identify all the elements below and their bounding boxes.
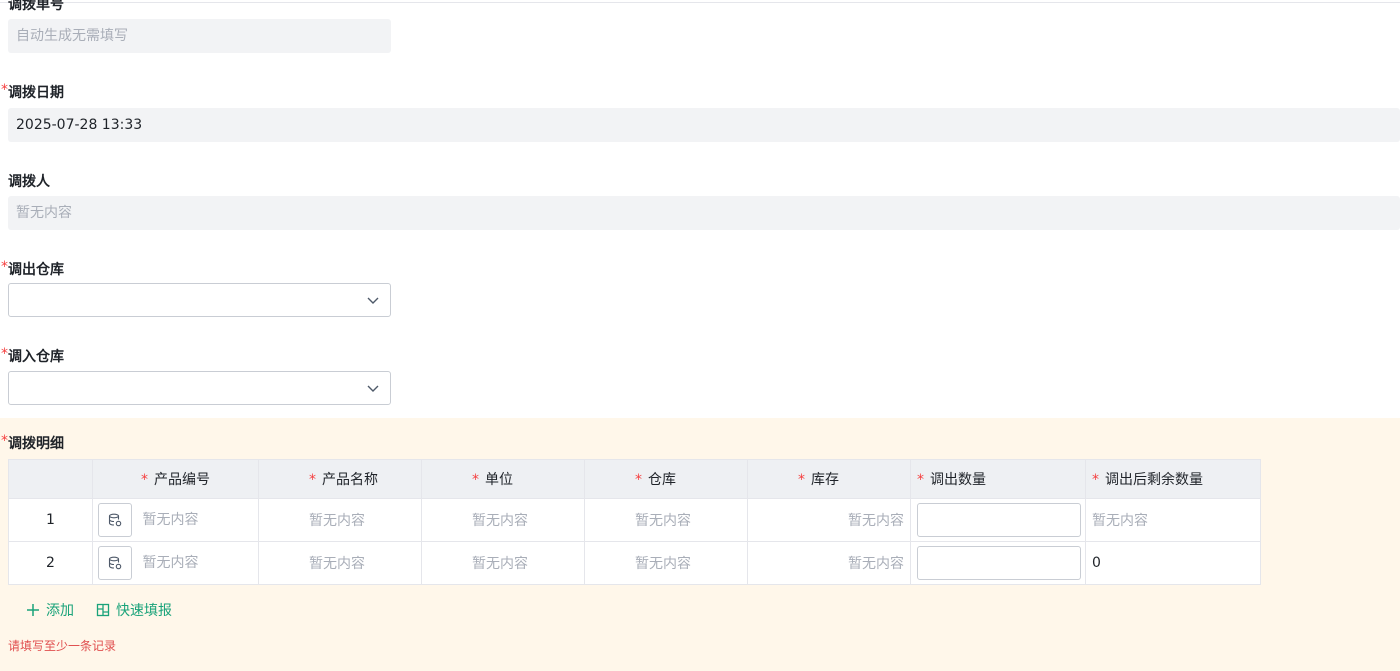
column-header-unit: * 单位 [421, 459, 585, 499]
database-icon [108, 513, 122, 527]
order-no-label: 调拨单号 [8, 0, 64, 13]
database-icon [108, 556, 122, 570]
qty-cell [910, 498, 1086, 542]
required-mark: * [1, 346, 8, 362]
row-index: 1 [8, 498, 93, 542]
out-warehouse-select[interactable] [8, 283, 391, 317]
required-mark: * [1, 433, 8, 449]
product-name-cell: 暂无内容 [258, 541, 422, 585]
column-header-index [8, 459, 93, 499]
stock-cell: 暂无内容 [747, 541, 911, 585]
person-label: 调拨人 [8, 174, 50, 190]
quick-fill-label: 快速填报 [116, 603, 172, 619]
quick-fill-button[interactable]: 快速填报 [96, 600, 172, 620]
order-no-field: 自动生成无需填写 [8, 19, 391, 53]
product-picker-button[interactable] [98, 503, 132, 537]
add-row-button[interactable]: 添加 [26, 600, 74, 620]
stock-cell: 暂无内容 [747, 498, 911, 542]
person-field: 暂无内容 [8, 196, 1400, 230]
add-row-label: 添加 [46, 603, 74, 619]
row-index: 2 [8, 541, 93, 585]
validation-message: 请填写至少一条记录 [8, 639, 117, 653]
required-mark: * [1, 259, 8, 275]
in-warehouse-select[interactable] [8, 371, 391, 405]
detail-label: * 调拨明细 [1, 433, 64, 452]
date-field[interactable]: 2025-07-28 13:33 [8, 108, 1400, 142]
qty-input[interactable] [917, 503, 1081, 537]
chevron-down-icon [367, 385, 379, 392]
column-header-qty: * 调出数量 [910, 459, 1086, 499]
column-header-warehouse: * 仓库 [584, 459, 748, 499]
warehouse-cell: 暂无内容 [584, 541, 748, 585]
product-code-cell: 暂无内容 [92, 541, 259, 585]
in-warehouse-label: * 调入仓库 [1, 346, 64, 365]
product-code-value: 暂无内容 [142, 512, 199, 528]
required-mark: * [1, 82, 8, 98]
product-picker-button[interactable] [98, 546, 132, 580]
column-header-name: * 产品名称 [258, 459, 422, 499]
out-warehouse-label: * 调出仓库 [1, 259, 64, 278]
chevron-down-icon [367, 297, 379, 304]
quick-fill-icon [96, 603, 110, 617]
remain-cell: 0 [1085, 541, 1261, 585]
warehouse-cell: 暂无内容 [584, 498, 748, 542]
table-header-row: * 产品编号 * 产品名称 * 单位 * 仓库 * 库存 * 调出数量 * 调出后剩余数量 [8, 459, 1261, 499]
product-code-value: 暂无内容 [142, 555, 199, 571]
column-header-code: * 产品编号 [92, 459, 259, 499]
date-label: * 调拨日期 [1, 82, 64, 101]
column-header-remain: * 调出后剩余数量 [1085, 459, 1261, 499]
qty-input[interactable] [917, 546, 1081, 580]
table-row: 2 暂无内容 暂无内容 暂无内容 暂无内容 暂无内容 0 [8, 541, 1261, 585]
detail-table: * 产品编号 * 产品名称 * 单位 * 仓库 * 库存 * 调出数量 * 调出后剩余数量 1… [8, 459, 1261, 585]
product-code-cell: 暂无内容 [92, 498, 259, 542]
unit-cell: 暂无内容 [421, 541, 585, 585]
unit-cell: 暂无内容 [421, 498, 585, 542]
remain-cell: 暂无内容 [1085, 498, 1261, 542]
column-header-stock: * 库存 [747, 459, 911, 499]
qty-cell [910, 541, 1086, 585]
plus-icon [27, 604, 39, 616]
top-divider [0, 0, 1400, 3]
table-row: 1 暂无内容 暂无内容 暂无内容 暂无内容 暂无内容 暂无内容 [8, 498, 1261, 542]
product-name-cell: 暂无内容 [258, 498, 422, 542]
